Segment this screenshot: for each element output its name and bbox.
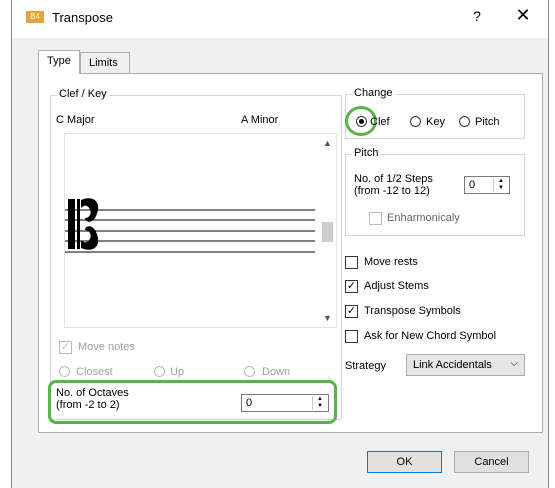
strategy-label: Strategy bbox=[345, 360, 386, 372]
spin-up-icon[interactable]: ▲ bbox=[313, 396, 327, 403]
direction-closest-label: Closest bbox=[76, 366, 113, 378]
steps-value: 0 bbox=[469, 179, 476, 191]
key-left-label: C Major bbox=[56, 114, 95, 126]
ok-button[interactable]: OK bbox=[367, 451, 442, 473]
octaves-value: 0 bbox=[246, 397, 253, 409]
help-button[interactable]: ? bbox=[467, 8, 487, 24]
steps-label-line1: No. of 1/2 Steps bbox=[354, 173, 433, 185]
scroll-up-icon[interactable]: ▲ bbox=[319, 138, 336, 148]
pitch-group-title: Pitch bbox=[352, 147, 381, 159]
change-key-label: Key bbox=[426, 116, 445, 128]
change-pitch-label: Pitch bbox=[475, 116, 500, 128]
strategy-value: Link Accidentals bbox=[413, 359, 492, 371]
title-bar: B4 Transpose ? ✕ bbox=[12, 0, 548, 38]
cancel-button[interactable]: Cancel bbox=[454, 451, 529, 473]
strategy-select[interactable]: Link Accidentals ⌵ bbox=[406, 354, 525, 376]
tab-type[interactable]: Type bbox=[38, 50, 80, 74]
staff-lines bbox=[65, 209, 315, 253]
chevron-down-icon: ⌵ bbox=[510, 358, 518, 369]
steps-spinbox[interactable]: 0 ▲ ▼ bbox=[464, 176, 510, 194]
direction-down-label: Down bbox=[262, 366, 291, 378]
move-notes-checkbox[interactable]: ✓ bbox=[59, 341, 72, 354]
spin-down-icon[interactable]: ▼ bbox=[494, 185, 508, 192]
alto-clef-icon bbox=[68, 198, 99, 250]
direction-up-label: Up bbox=[170, 366, 185, 378]
direction-closest-radio[interactable] bbox=[59, 366, 70, 377]
scroll-down-icon[interactable]: ▼ bbox=[319, 313, 336, 323]
enharmonic-checkbox[interactable] bbox=[369, 212, 382, 225]
window-title: Transpose bbox=[52, 10, 113, 25]
staff-preview: ▲ ▼ bbox=[64, 133, 337, 328]
change-clef-radio[interactable] bbox=[356, 116, 367, 127]
move-rests-checkbox[interactable] bbox=[345, 256, 358, 269]
change-group-title: Change bbox=[352, 87, 395, 99]
enharmonic-label: Enharmonicaly bbox=[387, 212, 460, 224]
octaves-spinbox[interactable]: 0 ▲ ▼ bbox=[241, 394, 329, 412]
move-notes-label: Move notes bbox=[78, 341, 135, 353]
ask-chord-symbol-label: Ask for New Chord Symbol bbox=[364, 330, 497, 342]
transpose-dialog: B4 Transpose ? ✕ Type Limits Clef / Key … bbox=[11, 0, 549, 488]
octaves-spin-buttons[interactable]: ▲ ▼ bbox=[312, 396, 327, 410]
key-right-label: A Minor bbox=[241, 114, 279, 126]
transpose-symbols-checkbox[interactable]: ✓ bbox=[345, 305, 358, 318]
change-key-radio[interactable] bbox=[410, 116, 421, 127]
change-clef-label: Clef bbox=[370, 116, 390, 128]
change-pitch-radio[interactable] bbox=[459, 116, 470, 127]
spin-down-icon[interactable]: ▼ bbox=[313, 403, 327, 410]
app-logo-icon: B4 bbox=[26, 11, 44, 23]
tab-limits[interactable]: Limits bbox=[80, 52, 130, 74]
steps-label-line2: (from -12 to 12) bbox=[354, 185, 430, 197]
scroll-thumb[interactable] bbox=[322, 222, 333, 242]
octaves-label-line2: (from -2 to 2) bbox=[56, 399, 120, 411]
ask-chord-symbol-checkbox[interactable] bbox=[345, 330, 358, 343]
staff-svg bbox=[65, 198, 315, 253]
spin-up-icon[interactable]: ▲ bbox=[494, 178, 508, 185]
steps-spin-buttons[interactable]: ▲ ▼ bbox=[493, 178, 508, 192]
direction-up-radio[interactable] bbox=[154, 366, 165, 377]
clef-key-group-title: Clef / Key bbox=[57, 88, 109, 100]
transpose-symbols-label: Transpose Symbols bbox=[364, 305, 461, 317]
adjust-stems-label: Adjust Stems bbox=[364, 280, 429, 292]
close-button[interactable]: ✕ bbox=[512, 5, 534, 26]
move-rests-label: Move rests bbox=[364, 256, 418, 268]
staff-vertical-scrollbar[interactable]: ▲ ▼ bbox=[319, 134, 336, 327]
direction-down-radio[interactable] bbox=[244, 366, 255, 377]
adjust-stems-checkbox[interactable]: ✓ bbox=[345, 280, 358, 293]
octaves-label-line1: No. of Octaves bbox=[56, 387, 129, 399]
